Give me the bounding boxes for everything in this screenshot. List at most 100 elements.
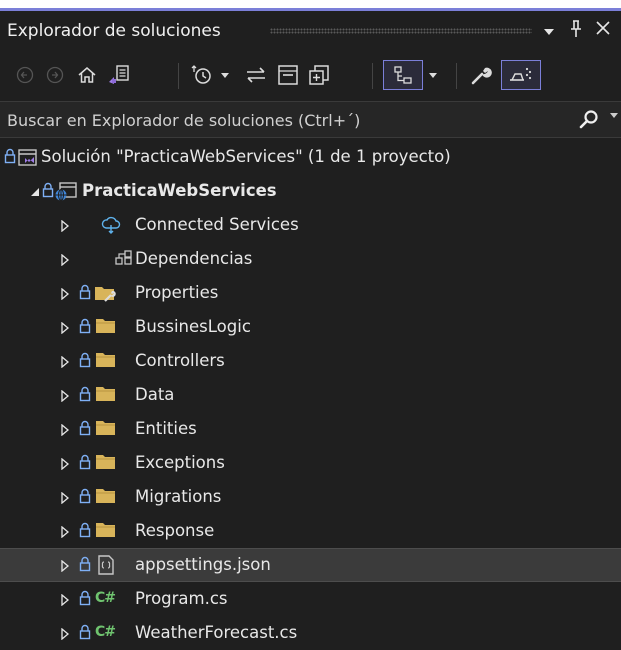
switch-views-icon (109, 65, 129, 84)
collapsed-arrow-icon[interactable] (60, 217, 70, 236)
preview-selected-items-button[interactable] (383, 60, 423, 90)
pin-button[interactable] (569, 20, 583, 43)
file-nesting-button[interactable] (501, 60, 541, 90)
toolbar-separator (456, 63, 457, 89)
caret-down-icon (610, 113, 618, 118)
show-all-files-button[interactable] (306, 60, 332, 90)
solution-icon (16, 146, 38, 172)
tree-item-label: Properties (135, 283, 219, 302)
csharp-file-icon: C# (95, 624, 116, 640)
tree-item-label: Migrations (135, 487, 222, 506)
tree-item-migrations[interactable]: Migrations (0, 480, 621, 514)
tree-item-label: Exceptions (135, 453, 225, 472)
lock-icon (79, 284, 91, 304)
sync-with-active-document-button[interactable] (243, 60, 269, 90)
lock-icon (79, 318, 91, 338)
lock-icon (79, 556, 91, 576)
lock-icon (79, 454, 91, 474)
collapsed-arrow-icon[interactable] (60, 489, 70, 508)
search-input[interactable] (7, 109, 567, 131)
collapsed-arrow-icon[interactable] (60, 387, 70, 406)
tree-item-data[interactable]: Data (0, 378, 621, 412)
json-file-icon (96, 554, 116, 580)
tree-item-connected-services[interactable]: Connected Services (0, 208, 621, 242)
window-position-dropdown[interactable] (543, 23, 555, 43)
lock-icon (79, 386, 91, 406)
lock-icon (42, 182, 54, 202)
tree-item-label: WeatherForecast.cs (135, 623, 298, 642)
forward-button[interactable] (44, 60, 66, 90)
tree-item-appsettings-json[interactable]: appsettings.json (0, 548, 621, 582)
collapsed-arrow-icon[interactable] (60, 557, 70, 576)
web-project-icon (54, 180, 78, 206)
tree-item-label: BussinesLogic (135, 317, 251, 336)
search-icon (579, 110, 598, 129)
tree-item-entities[interactable]: Entities (0, 412, 621, 446)
collapsed-arrow-icon[interactable] (60, 421, 70, 440)
tree-item-controllers[interactable]: Controllers (0, 344, 621, 378)
tree-item-dependencias[interactable]: Dependencias (0, 242, 621, 276)
pending-changes-filter-button[interactable] (189, 60, 215, 90)
collapsed-arrow-icon[interactable] (60, 523, 70, 542)
toolbar-separator (178, 63, 179, 89)
caret-down-icon (544, 29, 554, 35)
properties-folder-icon (93, 282, 117, 308)
tree-item-label: Program.cs (135, 589, 228, 608)
tree-item-project[interactable]: PracticaWebServices (0, 174, 621, 208)
drag-grip[interactable] (270, 28, 532, 34)
search-button[interactable] (578, 108, 600, 134)
collapsed-arrow-icon[interactable] (60, 319, 70, 338)
panel-titlebar[interactable]: Explorador de soluciones (0, 11, 621, 51)
search-options-dropdown[interactable] (609, 109, 619, 124)
lock-icon (79, 352, 91, 372)
pending-changes-icon (191, 65, 211, 84)
tree-item-solution[interactable]: Solución "PracticaWebServices" (1 de 1 p… (0, 140, 621, 174)
preview-dropdown[interactable] (426, 60, 440, 90)
csharp-file-icon: C# (95, 590, 116, 606)
collapsed-arrow-icon[interactable] (60, 251, 70, 270)
tree-item-properties[interactable]: Properties (0, 276, 621, 310)
folder-icon (95, 384, 117, 408)
collapsed-arrow-icon[interactable] (60, 591, 70, 610)
tree-item-exceptions[interactable]: Exceptions (0, 446, 621, 480)
tree-item-label: Entities (135, 419, 197, 438)
collapsed-arrow-icon[interactable] (60, 455, 70, 474)
toolbar (0, 53, 621, 97)
close-button[interactable] (595, 20, 611, 41)
folder-icon (95, 486, 117, 510)
folder-icon (95, 316, 117, 340)
home-button[interactable] (75, 60, 99, 90)
solution-label: Solución "PracticaWebServices" (1 de 1 p… (41, 147, 451, 166)
switch-views-button[interactable] (105, 60, 133, 90)
tree-item-label: Dependencias (135, 249, 253, 268)
pin-icon (571, 20, 581, 37)
tree-item-label: Controllers (135, 351, 225, 370)
tree-item-bussineslogic[interactable]: BussinesLogic (0, 310, 621, 344)
back-button[interactable] (14, 60, 36, 90)
expanded-arrow-icon[interactable] (29, 183, 41, 202)
lock-icon (4, 148, 16, 168)
forward-icon (46, 66, 64, 84)
folder-icon (95, 418, 117, 442)
folder-icon (95, 452, 117, 476)
connected-services-icon (100, 214, 122, 240)
toolbar-separator (372, 63, 373, 89)
dependencies-icon (115, 248, 133, 272)
tree-item-weatherforecast-cs[interactable]: C# WeatherForecast.cs (0, 616, 621, 650)
tree-item-label: Connected Services (135, 215, 299, 234)
tree-item-label: appsettings.json (135, 555, 271, 574)
collapse-all-button[interactable] (275, 60, 301, 90)
close-icon (596, 21, 610, 35)
preview-selected-icon (394, 66, 412, 84)
tree-item-label: Response (135, 521, 215, 540)
tree-item-program-cs[interactable]: C# Program.cs (0, 582, 621, 616)
collapse-all-icon (278, 65, 298, 85)
folder-icon (95, 350, 117, 374)
collapsed-arrow-icon[interactable] (60, 285, 70, 304)
pending-changes-dropdown[interactable] (218, 60, 232, 90)
tree-item-response[interactable]: Response (0, 514, 621, 548)
collapsed-arrow-icon[interactable] (60, 353, 70, 372)
sync-icon (247, 67, 265, 83)
collapsed-arrow-icon[interactable] (60, 625, 70, 644)
properties-button[interactable] (467, 60, 495, 90)
